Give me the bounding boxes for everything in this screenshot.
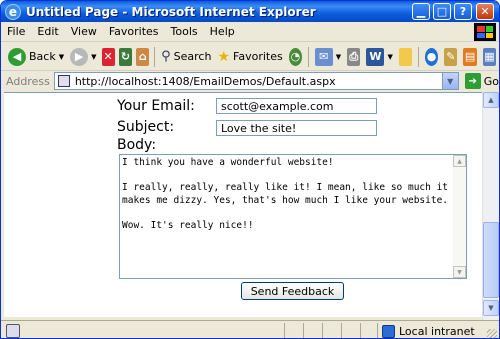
toolbar-separator	[418, 46, 419, 67]
subject-field[interactable]: Love the site!	[216, 120, 377, 136]
menu-edit[interactable]: Edit	[31, 25, 64, 38]
history-icon[interactable]: ◔	[288, 47, 303, 66]
menu-help[interactable]: Help	[204, 25, 241, 38]
favorites-button[interactable]: ★ Favorites	[214, 45, 285, 69]
star-icon: ★	[217, 48, 231, 65]
address-input[interactable]: http://localhost:1408/EmailDemos/Default…	[53, 72, 459, 90]
magnifier-icon: ⚲	[161, 49, 171, 64]
browser-window: e Untitled Page - Microsoft Internet Exp…	[0, 0, 500, 339]
send-feedback-button[interactable]: Send Feedback	[241, 282, 344, 300]
go-button[interactable]: ➔ Go	[464, 73, 499, 89]
email-label: Your Email:	[117, 98, 195, 114]
status-panel	[341, 323, 342, 338]
refresh-icon[interactable]: ↻	[118, 47, 133, 66]
menu-tools[interactable]: Tools	[165, 25, 204, 38]
mail-dropdown-icon: ▼	[335, 52, 342, 61]
search-label: Search	[173, 50, 212, 63]
toolbar-separator	[308, 46, 309, 67]
back-dropdown-icon[interactable]: ▼	[59, 53, 64, 61]
body-textarea[interactable]: I think you have a wonderful website! I …	[119, 154, 467, 279]
research-icon[interactable]: ✎	[444, 47, 458, 66]
word-icon: W	[366, 47, 385, 66]
forward-button[interactable]: ▶ ▼	[67, 45, 99, 69]
subject-label: Subject:	[117, 119, 175, 135]
toolbar-separator	[154, 46, 156, 67]
status-panel	[303, 323, 304, 338]
scroll-down-icon[interactable]: ▼	[483, 300, 499, 316]
forward-dropdown-icon[interactable]: ▼	[91, 53, 96, 61]
address-dropdown-icon[interactable]: ▼	[441, 73, 458, 89]
status-panel	[377, 323, 378, 338]
menu-bar: File Edit View Favorites Tools Help	[1, 22, 499, 42]
minimize-button[interactable]: ▁	[412, 3, 430, 20]
page-scrollbar[interactable]: ▲ ▼	[482, 92, 499, 338]
page-content: Your Email: scott@example.com Subject: L…	[4, 92, 482, 317]
body-scroll-up-icon[interactable]: ▲	[453, 155, 466, 167]
forward-arrow-icon: ▶	[70, 47, 89, 66]
status-panel	[284, 323, 285, 338]
home-icon[interactable]: ⌂	[136, 47, 150, 66]
discuss-icon[interactable]: ▦	[482, 47, 497, 66]
page-icon	[57, 75, 70, 87]
go-arrow-icon: ➔	[464, 73, 481, 89]
standard-toolbar: ◀ Back ▼ ▶ ▼ ✕ ↻ ⌂ ⚲ Search ★ Favorites …	[1, 43, 499, 71]
mail-button[interactable]: ✉ ▼	[312, 45, 344, 69]
menu-view[interactable]: View	[65, 25, 103, 38]
edit-dropdown-icon: ▼	[387, 52, 393, 61]
body-scroll-down-icon[interactable]: ▼	[453, 266, 466, 278]
body-label: Body:	[117, 137, 157, 153]
back-arrow-icon: ◀	[8, 47, 26, 66]
back-label: Back	[29, 50, 56, 63]
body-scrollbar[interactable]: ▲ ▼	[453, 155, 466, 278]
maximize-button[interactable]: □	[433, 3, 451, 20]
address-url: http://localhost:1408/EmailDemos/Default…	[74, 74, 336, 88]
favorites-label: Favorites	[233, 50, 283, 63]
menu-favorites[interactable]: Favorites	[103, 25, 165, 38]
window-title: Untitled Page - Microsoft Internet Explo…	[26, 4, 316, 19]
folder-icon[interactable]	[398, 47, 413, 66]
stop-icon[interactable]: ✕	[101, 47, 115, 66]
menu-file[interactable]: File	[1, 25, 31, 38]
status-panel	[322, 323, 323, 338]
address-bar: Address http://localhost:1408/EmailDemos…	[1, 71, 499, 91]
windows-logo-icon	[474, 23, 496, 41]
scroll-up-icon[interactable]: ▲	[483, 92, 499, 108]
scroll-thumb[interactable]	[483, 222, 499, 298]
status-bar: Local intranet	[1, 320, 499, 338]
messenger-icon[interactable]: ●	[424, 47, 439, 66]
close-button[interactable]: ✕	[476, 3, 494, 20]
title-bar[interactable]: e Untitled Page - Microsoft Internet Exp…	[1, 1, 499, 22]
page-status-icon	[6, 323, 20, 338]
email-field[interactable]: scott@example.com	[216, 98, 377, 114]
search-button[interactable]: ⚲ Search	[158, 45, 214, 69]
mail-icon: ✉	[314, 47, 333, 66]
resize-grip[interactable]	[487, 329, 497, 338]
tool-icon[interactable]: ▤	[463, 47, 477, 66]
go-label: Go	[483, 74, 499, 88]
zone-label: Local intranet	[399, 324, 475, 338]
back-button[interactable]: ◀ Back ▼	[5, 45, 67, 69]
security-zone: Local intranet	[382, 323, 475, 338]
status-panel	[360, 323, 361, 338]
help-button[interactable]: ?	[454, 3, 472, 20]
edit-button[interactable]: W ▼	[363, 45, 395, 69]
ie-logo-icon: e	[5, 3, 21, 20]
intranet-icon	[382, 324, 395, 338]
address-label: Address	[6, 74, 50, 88]
printer-icon[interactable]: ⎙	[347, 47, 361, 66]
